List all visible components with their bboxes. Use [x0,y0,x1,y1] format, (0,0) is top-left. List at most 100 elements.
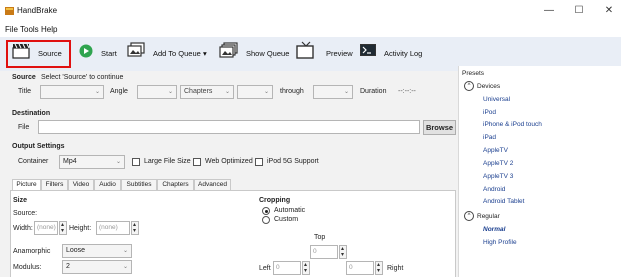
preset-iphone-ipod-touch[interactable]: iPhone & iPod touch [483,121,542,128]
output-settings-heading: Output Settings [12,143,65,150]
start-play-icon[interactable] [79,44,93,58]
preset-appletv[interactable]: AppleTV [483,147,508,154]
show-queue-button[interactable]: Show Queue [246,49,289,58]
chevron-down-icon: ⌄ [115,159,121,165]
menu-tools[interactable]: Tools [20,25,39,34]
web-optimized-label: Web Optimized [205,158,253,165]
preview-tv-icon[interactable] [296,41,316,59]
maximize-button[interactable]: ☐ [571,4,587,18]
crop-custom-radio[interactable] [262,216,270,224]
menu-file[interactable]: File [5,25,18,34]
minimize-button[interactable]: — [541,4,557,18]
anamorphic-value: Loose [66,247,86,254]
web-optimized-checkbox[interactable] [193,158,201,166]
container-select[interactable]: Mp4 ⌄ [59,155,125,169]
preview-button[interactable]: Preview [326,49,353,58]
crop-top-label: Top [314,234,326,241]
chevron-down-icon: ⌄ [167,89,173,95]
chapters-mode-value: Chapters [184,88,213,95]
chevron-down-icon: ⌄ [122,264,128,270]
modulus-select[interactable]: 2 ⌄ [62,260,132,274]
add-to-queue-dropdown-icon[interactable]: ▾ [203,49,207,58]
duration-label: Duration [360,88,387,95]
handbrake-logo-icon [5,7,14,15]
anamorphic-select[interactable]: Loose ⌄ [62,244,132,258]
menu-help[interactable]: Help [41,25,57,34]
preset-universal[interactable]: Universal [483,96,510,103]
chevron-down-icon: ⌄ [224,89,230,95]
container-label: Container [18,158,49,165]
preset-appletv-2[interactable]: AppleTV 2 [483,160,513,167]
ipod-5g-support-label: iPod 5G Support [267,158,319,165]
start-button[interactable]: Start [101,49,117,58]
height-stepper[interactable] [131,221,139,235]
menu-bar [0,22,621,37]
height-label: Height: [69,225,92,232]
width-label: Width: [13,225,33,232]
crop-right-stepper[interactable] [375,261,383,275]
close-button[interactable]: ✕ [601,4,617,18]
ipod-5g-support-checkbox[interactable] [255,158,263,166]
add-to-queue-icon[interactable] [127,42,145,58]
angle-label: Angle [110,88,128,95]
source-size-label: Source: [13,210,38,217]
width-input[interactable]: (none) [34,221,58,235]
anamorphic-label: Anamorphic [13,248,51,255]
preset-ipod[interactable]: iPod [483,109,496,116]
preset-appletv-3[interactable]: AppleTV 3 [483,173,513,180]
preset-ipad[interactable]: iPad [483,134,496,141]
crop-top-stepper[interactable] [339,245,347,259]
preset-android[interactable]: Android [483,186,505,193]
container-value: Mp4 [63,158,77,165]
activity-log-button[interactable]: Activity Log [384,49,422,58]
chevron-down-icon: ⌄ [263,89,269,95]
preset-normal-selected[interactable]: Normal [483,226,505,233]
height-input[interactable]: (none) [96,221,130,235]
file-label: File [18,124,30,131]
crop-automatic-label: Automatic [274,207,306,214]
source-label: Source [38,49,62,58]
width-stepper[interactable] [59,221,67,235]
modulus-value: 2 [66,263,70,270]
crop-left-stepper[interactable] [302,261,310,275]
activity-log-terminal-icon[interactable] [360,44,376,56]
crop-left-input[interactable]: 0 [273,261,301,275]
chapter-end-select[interactable]: ⌄ [313,85,353,99]
crop-top-input[interactable]: 0 [310,245,338,259]
preset-group-devices[interactable]: Devices [477,83,500,90]
source-hint: Select 'Source' to continue [41,74,124,81]
title-label: Title [18,88,31,95]
through-label: through [280,88,304,95]
presets-heading: Presets [462,70,485,77]
large-file-size-label: Large File Size [144,158,191,165]
crop-right-input[interactable]: 0 [346,261,374,275]
crop-automatic-radio[interactable] [262,207,270,215]
cropping-heading: Cropping [259,197,291,204]
chevron-down-icon: ⌄ [343,89,349,95]
file-path-input[interactable] [38,120,420,134]
chevron-down-icon: ⌄ [94,89,100,95]
modulus-label: Modulus: [13,264,42,271]
large-file-size-checkbox[interactable] [132,158,140,166]
chapter-start-select[interactable]: ⌄ [237,85,273,99]
show-queue-icon[interactable] [219,42,238,58]
source-heading: Source [12,74,36,81]
preset-high-profile[interactable]: High Profile [483,239,517,246]
title-bar [0,0,621,22]
crop-left-label: Left [259,265,271,272]
crop-custom-label: Custom [274,216,299,223]
preset-group-regular[interactable]: Regular [477,213,500,220]
browse-button[interactable]: Browse [423,120,456,135]
chevron-down-icon: ⌄ [122,248,128,254]
chapters-mode-select[interactable]: Chapters ⌄ [180,85,234,99]
preset-android-tablet[interactable]: Android Tablet [483,198,524,205]
clapperboard-icon [12,43,30,59]
collapse-regular-icon[interactable]: ^ [464,211,474,221]
collapse-devices-icon[interactable]: ^ [464,81,474,91]
angle-select[interactable]: ⌄ [137,85,177,99]
window-title: HandBrake [17,6,58,15]
title-select[interactable]: ⌄ [40,85,104,99]
destination-heading: Destination [12,110,51,117]
add-to-queue-button[interactable]: Add To Queue [153,49,201,58]
size-heading: Size [13,197,28,204]
